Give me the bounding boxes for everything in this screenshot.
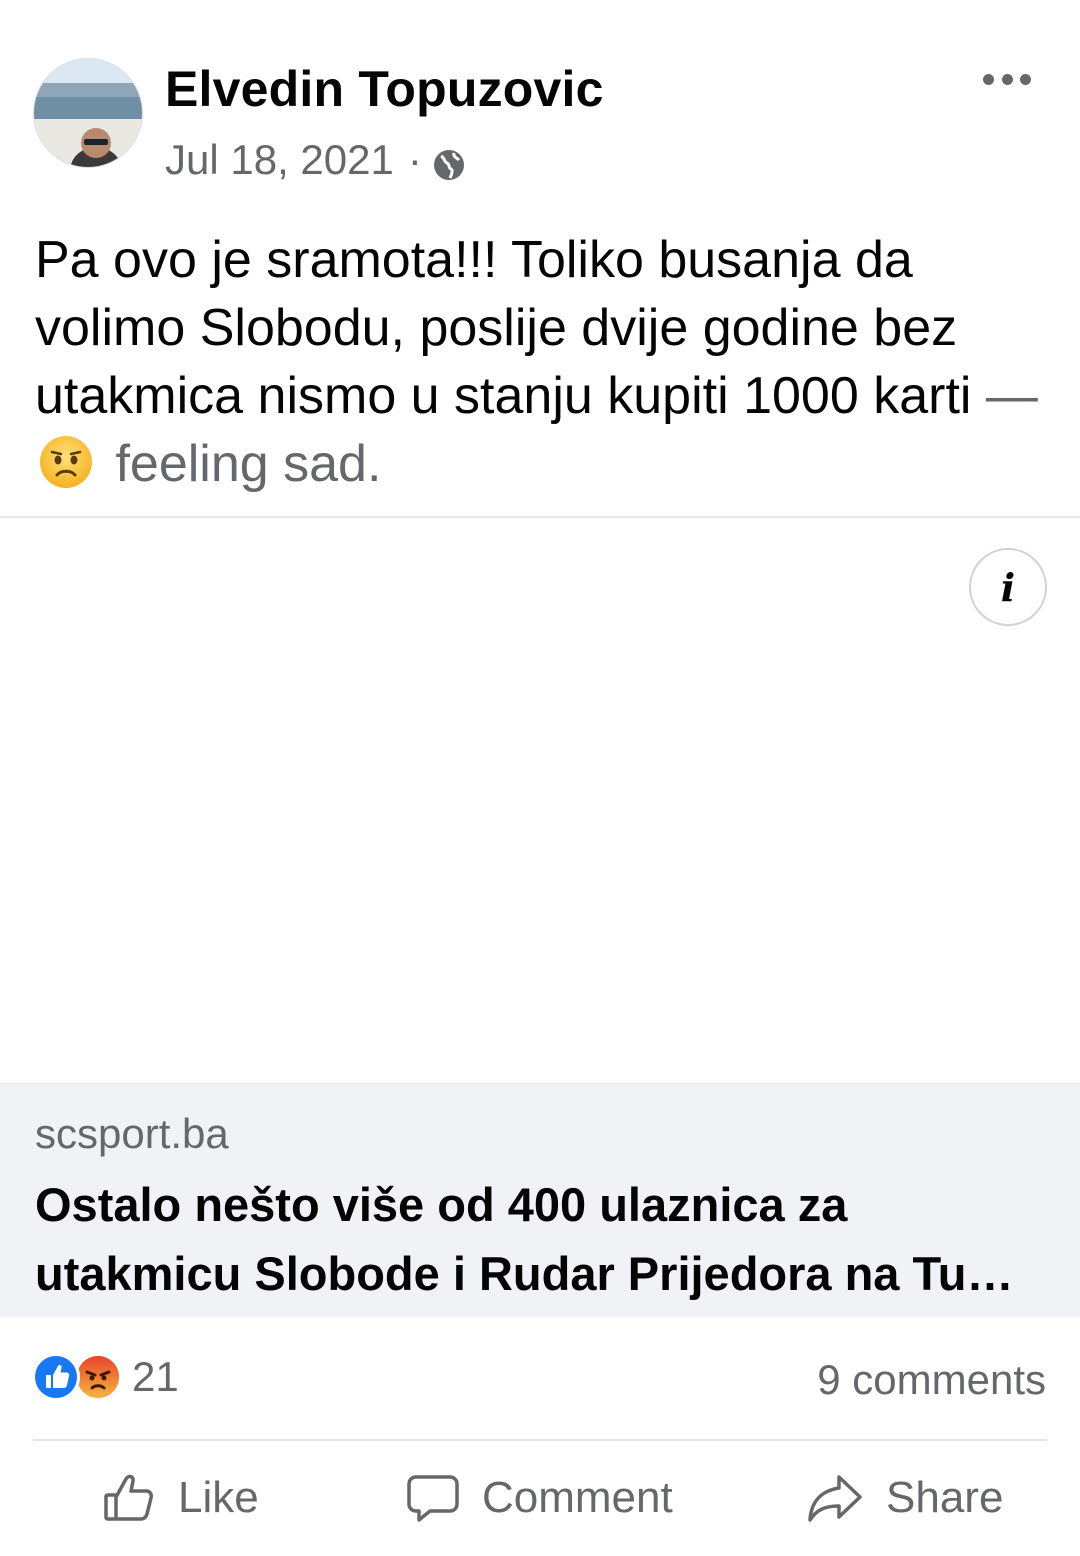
share-arrow-icon [808,1475,862,1522]
post-actions: Like Comment Share [0,1441,1080,1556]
post-text: Pa ovo je sramota!!! Toliko busanja da v… [35,226,1055,498]
feeling-label[interactable]: feeling sad. [115,435,381,493]
dot-icon [983,73,994,85]
sad-face-emoji-icon [39,435,93,489]
post-date[interactable]: Jul 18, 2021 [165,136,394,184]
link-preview[interactable]: scsport.ba Ostalo nešto više od 400 ulaz… [0,1083,1080,1317]
link-media-area[interactable] [0,518,1080,1083]
post-header: Elvedin Topuzovic Jul 18, 2021 · [0,0,1080,200]
info-button[interactable]: i [969,548,1047,626]
avatar-photo [34,59,142,167]
comment-label: Comment [482,1473,673,1522]
post-body: Pa ovo je sramota!!! Toliko busanja da v… [35,231,972,425]
author-avatar[interactable] [33,58,143,168]
reactions-summary[interactable]: 21 [32,1353,179,1401]
comment-button[interactable]: Comment [406,1471,673,1525]
comments-count[interactable]: 9 comments [817,1356,1046,1404]
share-label: Share [886,1473,1004,1522]
info-icon: i [1000,564,1016,610]
post-meta: Jul 18, 2021 · [165,136,466,184]
link-domain: scsport.ba [35,1110,229,1157]
comment-bubble-icon [407,1475,459,1522]
post-stats: 21 9 comments [0,1318,1080,1440]
like-reaction-icon [32,1353,80,1401]
angry-reaction-icon [74,1353,122,1401]
like-label: Like [178,1473,259,1522]
dot-icon [1001,73,1013,85]
thumbs-up-icon [104,1474,153,1521]
link-title: Ostalo nešto više od 400 ulaznica za uta… [35,1178,1014,1300]
author-name[interactable]: Elvedin Topuzovic [165,60,604,118]
feeling-dash: — [985,367,1038,425]
like-button[interactable]: Like [102,1471,259,1525]
share-button[interactable]: Share [806,1471,1003,1525]
more-options-button[interactable] [980,62,1034,96]
meta-separator: · [407,136,422,183]
globe-icon [432,144,466,180]
reaction-count: 21 [132,1353,179,1400]
dot-icon [1020,73,1031,85]
